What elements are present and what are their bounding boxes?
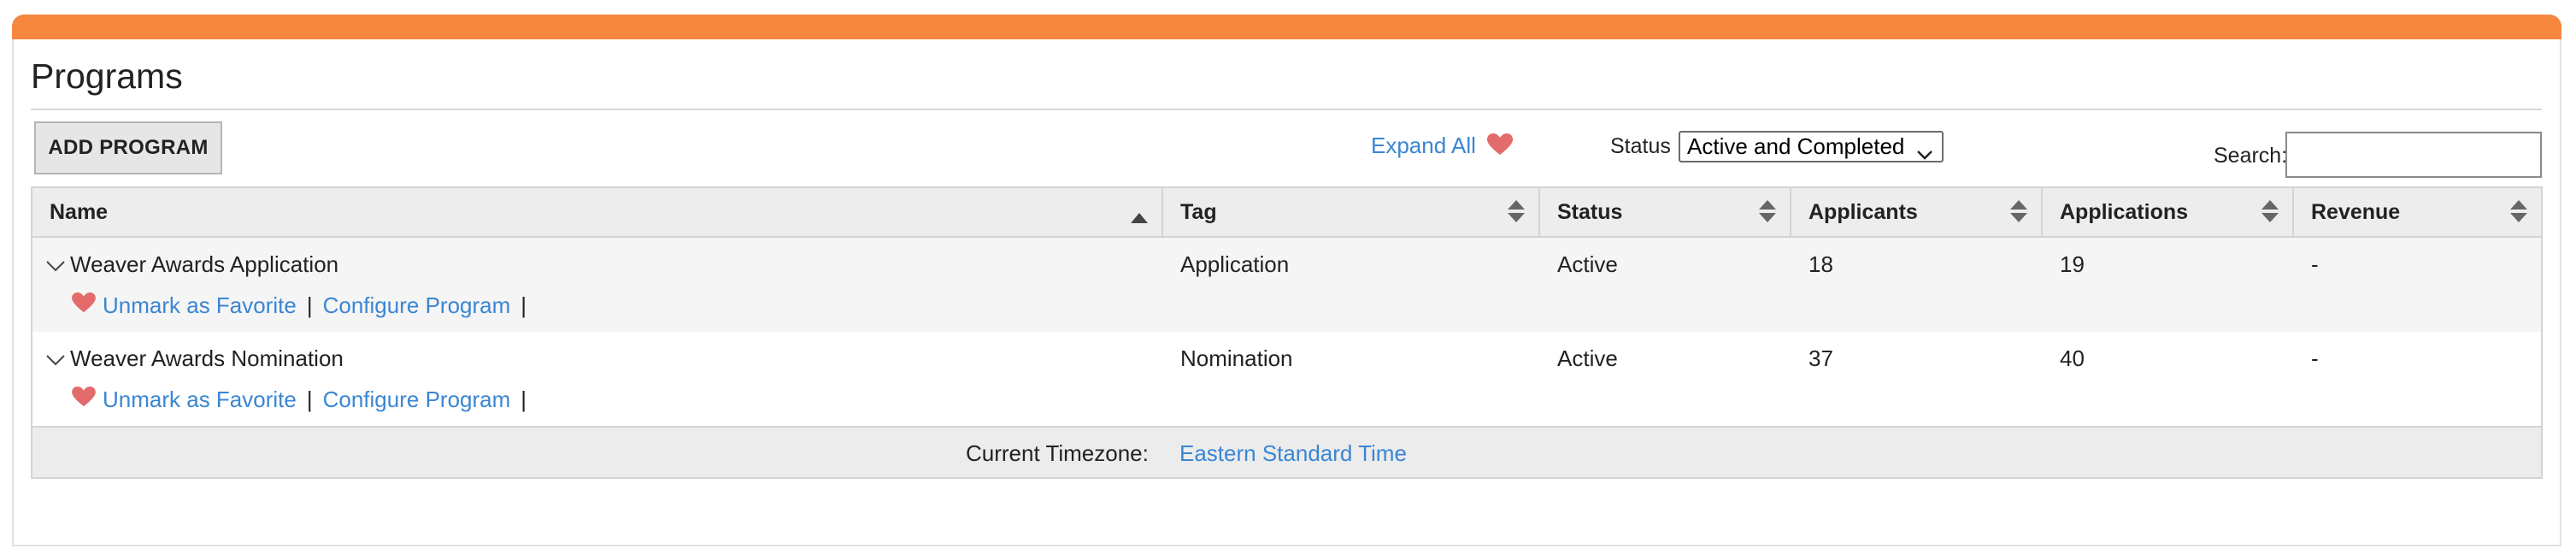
- program-status: Active: [1557, 345, 1618, 371]
- status-filter-select[interactable]: Active and Completed: [1679, 131, 1944, 162]
- program-revenue: -: [2311, 345, 2319, 371]
- program-tag: Application: [1180, 251, 1290, 277]
- programs-table: Name Tag Status Applicants Applications: [31, 186, 2543, 479]
- program-actions: Unmark as Favorite | Configure Program |: [72, 386, 537, 413]
- table-row: Weaver Awards Nomination Unmark as Favor…: [32, 332, 2541, 426]
- add-program-button[interactable]: ADD PROGRAM: [34, 121, 222, 174]
- search-label: Search:: [2214, 144, 2288, 168]
- column-header-label: Name: [50, 199, 109, 224]
- column-header-label: Applications: [2060, 199, 2189, 224]
- timezone-link[interactable]: Eastern Standard Time: [1179, 440, 1407, 467]
- chevron-down-icon[interactable]: [46, 251, 65, 278]
- program-applications: 19: [2060, 251, 2085, 277]
- sort-icon: [2510, 200, 2527, 228]
- program-name: Weaver Awards Nomination: [70, 345, 344, 371]
- program-actions: Unmark as Favorite | Configure Program |: [72, 292, 537, 319]
- link-separator: |: [306, 387, 313, 412]
- page-title: Programs: [31, 56, 183, 96]
- header-accent-bar: [12, 15, 2561, 39]
- sort-icon: [2261, 200, 2279, 228]
- chevron-down-icon: [1916, 140, 1933, 167]
- column-header-label: Revenue: [2311, 199, 2401, 224]
- heart-icon[interactable]: [1487, 133, 1513, 156]
- table-row: Weaver Awards Application Unmark as Favo…: [32, 238, 2541, 332]
- sort-icon: [1508, 200, 1525, 228]
- program-name-cell: Weaver Awards Application: [46, 251, 338, 278]
- program-name: Weaver Awards Application: [70, 251, 339, 277]
- column-header-name[interactable]: Name: [32, 188, 1163, 236]
- link-separator: |: [520, 387, 527, 412]
- program-status: Active: [1557, 251, 1618, 277]
- unmark-favorite-link[interactable]: Unmark as Favorite: [103, 292, 297, 319]
- column-header-label: Tag: [1180, 199, 1217, 224]
- table-header: Name Tag Status Applicants Applications: [32, 188, 2541, 238]
- sort-icon: [1759, 200, 1776, 228]
- status-filter-value: Active and Completed: [1687, 133, 1905, 159]
- program-tag: Nomination: [1180, 345, 1293, 371]
- column-header-label: Status: [1557, 199, 1623, 224]
- timezone-label: Current Timezone:: [966, 440, 1149, 466]
- sort-icon: [2010, 200, 2027, 228]
- program-revenue: -: [2311, 251, 2319, 277]
- status-filter-label: Status: [1610, 134, 1671, 158]
- column-header-tag[interactable]: Tag: [1163, 188, 1540, 236]
- column-header-applications[interactable]: Applications: [2043, 188, 2294, 236]
- configure-program-link[interactable]: Configure Program: [323, 292, 511, 319]
- table-footer: Current Timezone: Eastern Standard Time: [32, 426, 2541, 477]
- heart-icon[interactable]: [72, 386, 96, 407]
- search-input[interactable]: [2285, 132, 2542, 178]
- program-applicants: 37: [1808, 345, 1833, 371]
- program-name-cell: Weaver Awards Nomination: [46, 345, 344, 372]
- column-header-revenue[interactable]: Revenue: [2294, 188, 2541, 236]
- link-separator: |: [306, 292, 313, 318]
- configure-program-link[interactable]: Configure Program: [323, 387, 511, 413]
- column-header-applicants[interactable]: Applicants: [1791, 188, 2043, 236]
- link-separator: |: [520, 292, 527, 318]
- heart-icon[interactable]: [72, 292, 96, 313]
- column-header-status[interactable]: Status: [1540, 188, 1791, 236]
- unmark-favorite-link[interactable]: Unmark as Favorite: [103, 387, 297, 413]
- expand-all-link[interactable]: Expand All: [1371, 133, 1476, 159]
- column-header-label: Applicants: [1808, 199, 1918, 224]
- program-applications: 40: [2060, 345, 2085, 371]
- sort-asc-icon: [1131, 205, 1148, 230]
- title-divider: [31, 109, 2542, 110]
- chevron-down-icon[interactable]: [46, 345, 65, 372]
- program-applicants: 18: [1808, 251, 1833, 277]
